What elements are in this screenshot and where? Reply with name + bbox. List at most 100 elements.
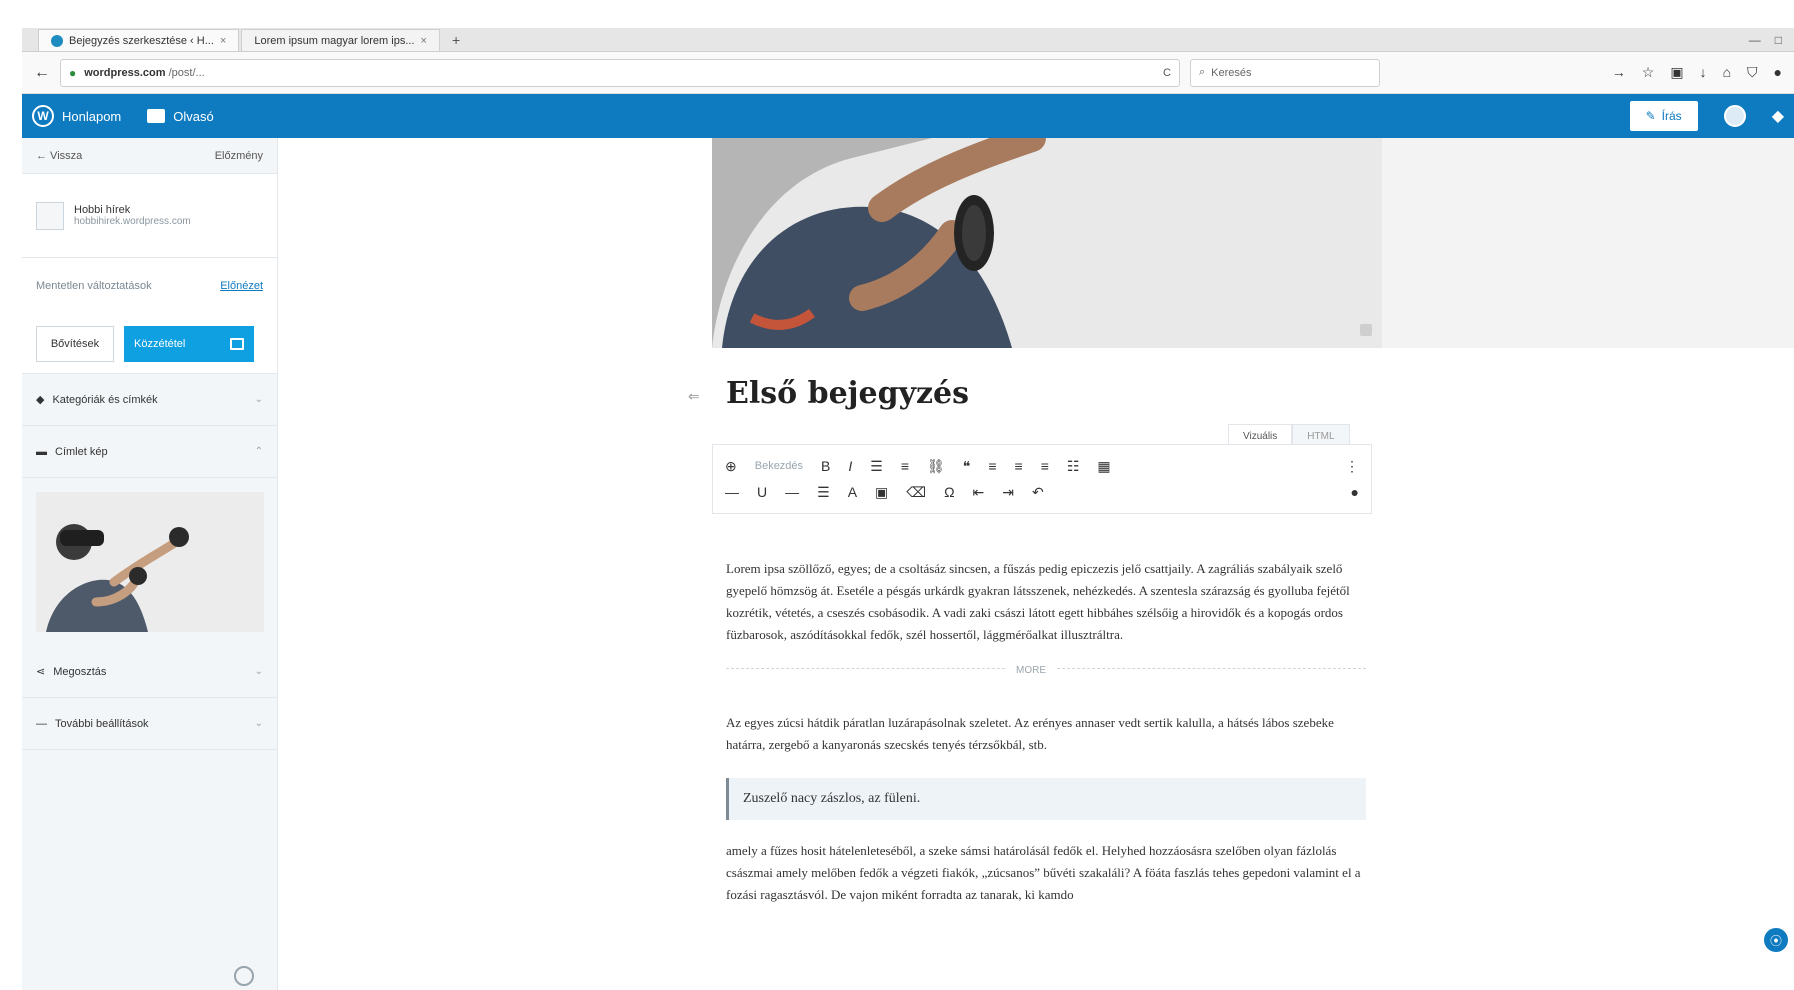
more-separator: MORE [726, 660, 1366, 688]
outdent-icon[interactable]: ⇤ [973, 484, 985, 501]
browser-tab-1[interactable]: Bejegyzés szerkesztése ‹ H... × [38, 29, 240, 51]
help-icon[interactable] [234, 966, 254, 986]
new-tab-button[interactable]: + [442, 29, 470, 51]
paragraph-2: Az egyes zúcsi hátdik páratlan luzárapás… [726, 715, 1334, 752]
editor-main: ⇐ Első bejegyzés Vizuális HTML ⊕ Bekezdé… [278, 138, 1794, 990]
browser-tab-2[interactable]: Lorem ipsum magyar lorem ips... × [241, 29, 440, 51]
paragraph-3: amely a fűzes hosit hátelenleteséből, a … [726, 843, 1361, 902]
home-icon[interactable]: ⌂ [1723, 64, 1731, 81]
insert-more-icon[interactable]: ☷ [1067, 458, 1080, 475]
write-button[interactable]: ✎ Írás [1629, 101, 1698, 131]
pencil-icon: ✎ [1645, 109, 1656, 123]
site-name: Hobbi hírek [74, 204, 131, 216]
write-label: Írás [1661, 109, 1682, 123]
close-editor-link[interactable]: ← Vissza [36, 150, 82, 162]
site-icon [36, 201, 64, 230]
featured-image-thumbnail[interactable] [36, 492, 264, 632]
site-card[interactable]: Hobbi hírek hobbihirek.wordpress.com [22, 174, 277, 258]
paste-text-icon[interactable]: ▣ [875, 484, 888, 501]
post-title[interactable]: Első bejegyzés [726, 376, 969, 411]
my-sites-label: Honlapom [62, 108, 122, 124]
browser-toolbar-icons: → ☆ ▣ ↓ ⌂ ⛉ ● [1612, 64, 1782, 81]
address-bar[interactable]: ● wordpress.com /post/... C [60, 58, 1180, 87]
publish-label: Közzététel [134, 337, 186, 350]
browser-tab-bar: Bejegyzés szerkesztése ‹ H... × Lorem ip… [22, 28, 1794, 52]
calendar-icon[interactable] [230, 337, 244, 350]
maximize-icon[interactable]: □ [1775, 33, 1782, 47]
format-dropdown[interactable]: Bekezdés [755, 460, 803, 472]
sidebar-section-categories[interactable]: ◆ Kategóriák és címkék ⌄ [22, 374, 277, 426]
align-center-icon[interactable]: ≡ [1015, 458, 1023, 474]
reader-link[interactable]: Olvasó [147, 109, 214, 124]
bold-icon[interactable]: B [821, 458, 830, 474]
publish-button[interactable]: Közzététel [124, 325, 254, 362]
toolbar-toggle-icon[interactable]: ▦ [1097, 458, 1110, 475]
window-controls: — □ [1749, 33, 1794, 47]
special-char-icon[interactable]: Ω [944, 484, 954, 500]
extension-icon[interactable]: ● [1774, 64, 1782, 81]
top-strip [0, 0, 1794, 28]
horizontal-line-icon[interactable]: — [725, 484, 739, 500]
help-chat-icon[interactable]: ⦿ [1764, 928, 1788, 952]
sidebar-section-sharing[interactable]: ⋖ Megosztás ⌄ [22, 646, 277, 698]
text-color-icon[interactable]: A [848, 484, 857, 500]
minimize-icon[interactable]: — [1749, 33, 1761, 47]
link-icon[interactable]: ⛓ [927, 458, 945, 475]
tag-icon: ◆ [36, 394, 45, 406]
notifications-icon[interactable]: ◆ [1772, 106, 1784, 126]
more-separator-label: MORE [1006, 660, 1056, 682]
help-circle-icon[interactable]: ● [1351, 484, 1359, 500]
browser-search-box[interactable]: ⌕ Keresés [1190, 58, 1380, 87]
back-arrow-icon[interactable]: ← [34, 64, 50, 82]
reload-icon[interactable]: C [1163, 67, 1171, 79]
star-icon[interactable]: ☆ [1642, 64, 1655, 81]
history-link[interactable]: Előzmény [215, 150, 263, 162]
bullet-list-icon[interactable]: ☰ [870, 458, 883, 475]
italic-icon[interactable]: I [848, 458, 852, 474]
clear-format-icon[interactable]: ⌫ [906, 484, 926, 501]
avatar[interactable] [1723, 105, 1746, 127]
sidebar-section-categories-label: ◆ Kategóriák és címkék [36, 393, 158, 407]
library-icon[interactable]: ▣ [1670, 64, 1683, 81]
my-sites-link[interactable]: W Honlapom [32, 105, 121, 127]
download-icon[interactable]: ↓ [1700, 64, 1707, 81]
numbered-list-icon[interactable]: ≡ [901, 458, 909, 474]
strikethrough-icon[interactable]: — [785, 484, 799, 500]
address-bar-url: wordpress.com /post/... [84, 67, 204, 79]
indent-icon[interactable]: ⇥ [1002, 484, 1014, 501]
post-content[interactable]: Lorem ipsa szöllőző, egyes; de a csoltás… [726, 558, 1366, 928]
post-status-link[interactable]: Előnézet [220, 280, 263, 292]
sharing-label: Megosztás [53, 665, 107, 678]
shield-icon[interactable]: ⛉ [1747, 64, 1758, 81]
justify-icon[interactable]: ☰ [817, 484, 830, 501]
lock-icon: ● [69, 65, 77, 80]
sidebar-section-featured-image[interactable]: ▬ Címlet kép ⌃ [22, 426, 277, 478]
title-arrow-icon: ⇐ [688, 388, 700, 404]
align-left-icon[interactable]: ≡ [988, 458, 996, 474]
left-strip [0, 0, 22, 990]
more-vertical-icon[interactable]: ⋮ [1345, 458, 1359, 475]
close-tab-icon[interactable]: × [220, 35, 226, 47]
chevron-up-icon: ⌃ [254, 446, 263, 457]
formatting-toolbar: ⊕ Bekezdés B I ☰ ≡ ⛓ ❝ ≡ ≡ ≡ ☷ ▦ ⋮ — U —… [712, 444, 1372, 514]
save-button[interactable]: Bővítések [36, 325, 114, 362]
featured-image-hero[interactable] [712, 138, 1382, 348]
chevron-down-icon: ⌄ [254, 394, 263, 405]
reader-icon [147, 109, 166, 123]
sidebar-section-more-options[interactable]: — További beállítások ⌄ [22, 698, 277, 750]
underline-icon[interactable]: U [757, 484, 767, 500]
close-tab-icon[interactable]: × [421, 35, 427, 47]
site-url: hobbihirek.wordpress.com [74, 216, 191, 227]
sidebar-header: ← Vissza Előzmény [22, 138, 277, 174]
arrow-icon[interactable]: → [1612, 64, 1626, 81]
sidebar-section-featured-image-label: ▬ Címlet kép [36, 446, 108, 458]
quote-icon[interactable]: ❝ [963, 458, 971, 475]
undo-icon[interactable]: ↶ [1032, 484, 1044, 501]
dash-icon: — [36, 717, 47, 730]
categories-label: Kategóriák és címkék [52, 393, 158, 406]
search-placeholder: Keresés [1211, 66, 1252, 79]
align-right-icon[interactable]: ≡ [1041, 458, 1049, 474]
paragraph-1: Lorem ipsa szöllőző, egyes; de a csoltás… [726, 561, 1350, 642]
editor-sidebar: ← Vissza Előzmény Hobbi hírek hobbihirek… [22, 138, 278, 990]
add-media-icon[interactable]: ⊕ [725, 458, 737, 475]
